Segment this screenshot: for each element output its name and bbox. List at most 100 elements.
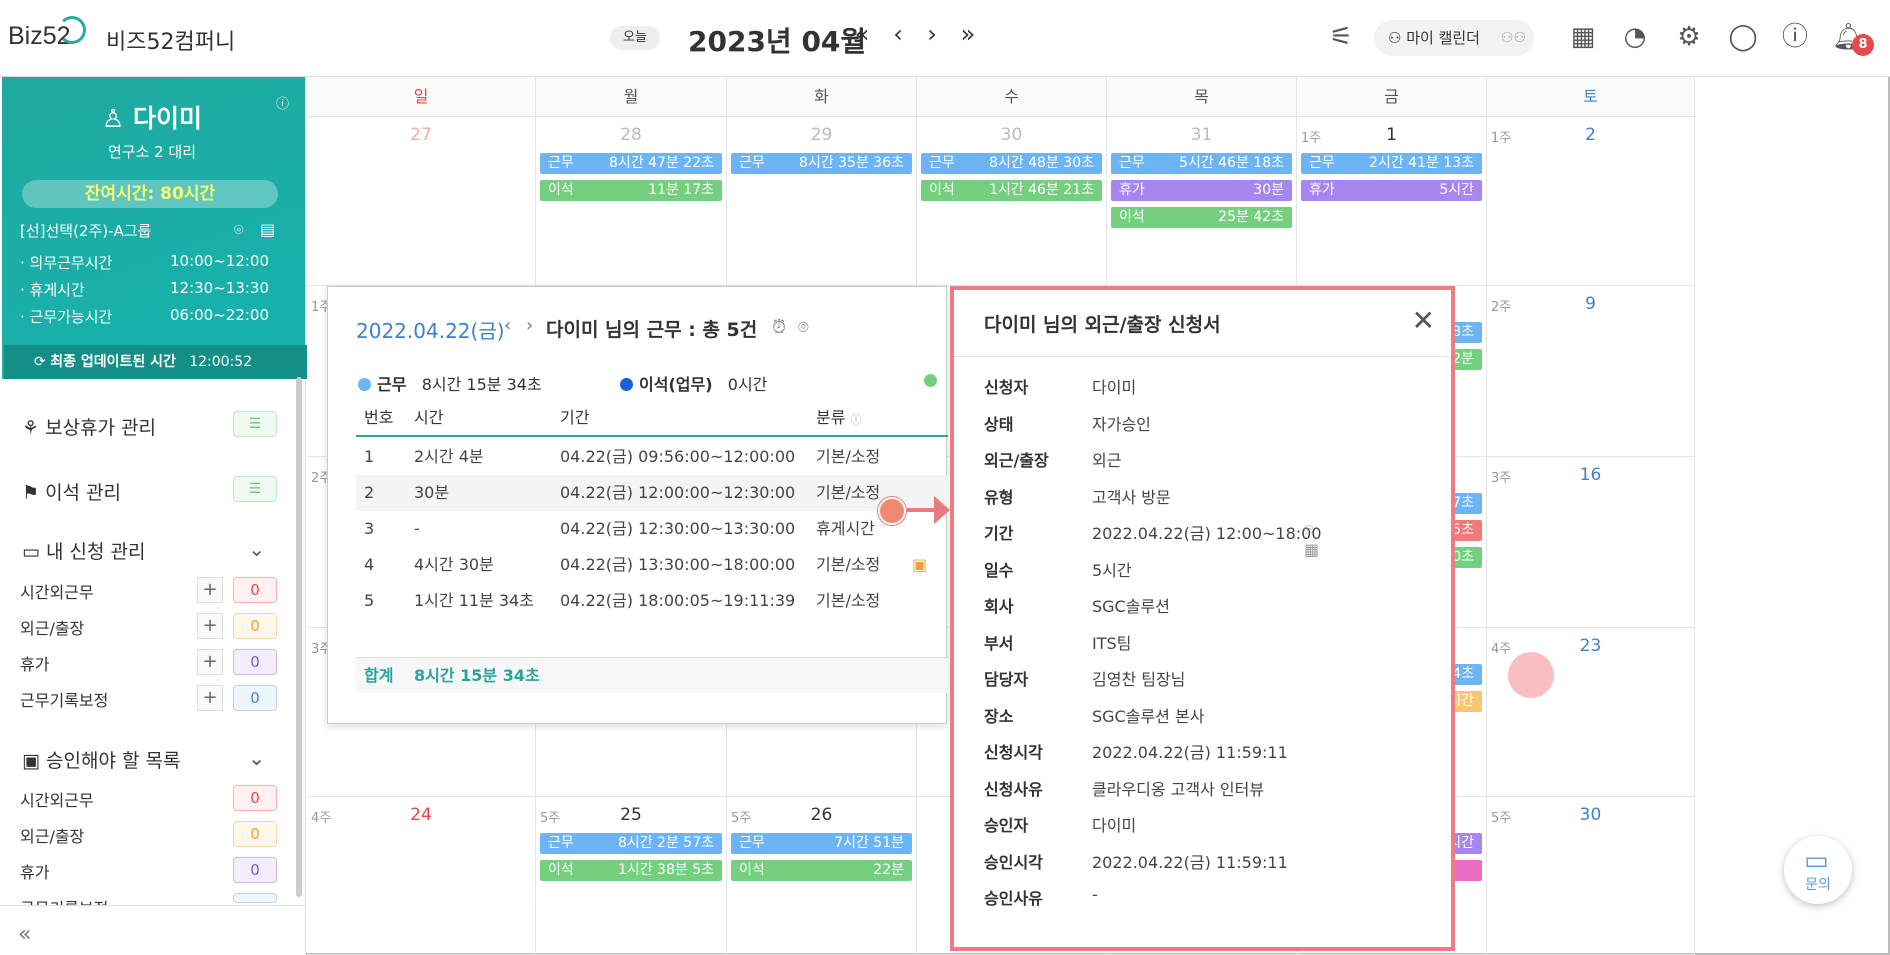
calendar-event[interactable]: 이석 25분 42초: [1111, 207, 1292, 228]
table-row[interactable]: 4 4시간 30분 04.22(금) 13:30:00~18:00:00 기본/소정 ▣: [356, 547, 948, 583]
table-row[interactable]: 5 1시간 11분 34초 04.22(금) 18:00:05~19:11:39 기본…: [356, 583, 948, 619]
req-item[interactable]: 휴가: [20, 651, 49, 675]
pie-chart-icon[interactable]: ◔: [1620, 22, 1650, 52]
location-icon[interactable]: ⌾: [798, 317, 809, 338]
calendar-event[interactable]: 근무 7시간 51분: [731, 833, 912, 854]
sidebar-footer: [0, 905, 305, 955]
filter-settings-icon[interactable]: ⚟: [1326, 22, 1356, 52]
day-cell[interactable]: 31 근무 5시간 46분 18초 휴가 30분 이석 25분 42초: [1107, 117, 1297, 286]
briefcase-icon[interactable]: ▣: [912, 547, 927, 583]
table-row[interactable]: 2 30분 04.22(금) 12:00:00~12:30:00 기본/소정: [356, 475, 948, 511]
prev-month-button[interactable]: ‹: [884, 20, 912, 48]
chevron-down-icon[interactable]: ⌄: [248, 537, 265, 561]
info-icon[interactable]: ⓘ: [276, 93, 289, 112]
briefcase-icon[interactable]: [878, 497, 906, 525]
refresh-icon[interactable]: ⟳: [34, 354, 50, 370]
count-badge[interactable]: 0: [233, 857, 277, 883]
next-year-button[interactable]: »: [954, 20, 982, 48]
calendar-event[interactable]: 휴가 5시간: [1301, 180, 1482, 201]
calendar-event[interactable]: 휴가 30분: [1111, 180, 1292, 201]
legend-dot: [358, 378, 371, 391]
approvals-header[interactable]: ▣ 승인해야 할 목록: [22, 746, 180, 773]
appr-item[interactable]: 시간외근무: [20, 787, 94, 811]
location-icon[interactable]: ⌾ ▦: [1304, 520, 1319, 559]
my-requests-header[interactable]: ▭ 내 신청 관리: [22, 537, 145, 564]
leave-icon: ⚘: [22, 417, 46, 439]
calendar-event[interactable]: 근무 8시간 35분 36초: [731, 153, 912, 174]
calendar-event[interactable]: 이석 11분 17초: [540, 180, 722, 201]
day-cell[interactable]: 2주 9: [1487, 286, 1695, 457]
calendar-event[interactable]: 근무 2시간 41분 13초: [1301, 153, 1482, 174]
calendar-event[interactable]: 근무 8시간 2분 57초: [540, 833, 722, 854]
count-badge[interactable]: 0: [233, 613, 277, 639]
day-cell[interactable]: 5주 26 근무 7시간 51분 이석 22분: [727, 797, 917, 955]
calendar-event[interactable]: 근무 8시간 47분 22초: [540, 153, 722, 174]
req-item[interactable]: 근무기록보정: [20, 687, 108, 711]
calendar-event[interactable]: 이석 1시간 38분 5초: [540, 860, 722, 881]
appr-item[interactable]: 근무기록보정: [20, 895, 108, 905]
pointer-arrowhead: [934, 496, 950, 524]
add-request-button[interactable]: +: [197, 577, 223, 603]
appr-item[interactable]: 외근/출장: [20, 823, 84, 847]
prev-day-button[interactable]: ‹: [504, 315, 511, 336]
remaining-time: 잔여시간: 80시간: [22, 180, 278, 208]
day-cell[interactable]: 1주 2: [1487, 117, 1695, 286]
add-request-button[interactable]: +: [197, 685, 223, 711]
profile-icon[interactable]: ◯: [1728, 22, 1758, 52]
count-badge[interactable]: 0: [233, 785, 277, 811]
calendar-event[interactable]: 근무 8시간 48분 30초: [921, 153, 1102, 174]
inquiry-chat-button[interactable]: ▭ 문의: [1784, 836, 1852, 904]
table-row[interactable]: 3-04.22(금) 12:30:00~13:30:00 휴게시간: [356, 511, 948, 547]
gear-icon[interactable]: ⚙: [1674, 22, 1704, 52]
next-day-button[interactable]: ›: [526, 315, 533, 336]
my-calendar-toggle[interactable]: ⚇ 마이 캘린더 ⚇⚇: [1374, 20, 1534, 56]
next-month-button[interactable]: ›: [918, 20, 946, 48]
comp-leave-list-button[interactable]: ☰: [233, 411, 277, 437]
away-menu[interactable]: ⚑ 이석 관리: [22, 478, 121, 505]
location-icon[interactable]: ⌾: [234, 220, 244, 240]
collapse-sidebar-button[interactable]: «: [18, 922, 31, 947]
prev-year-button[interactable]: «: [848, 20, 876, 48]
day-cell[interactable]: 5주 25 근무 8시간 2분 57초 이석 1시간 38분 5초: [536, 797, 727, 955]
req-item[interactable]: 외근/출장: [20, 615, 84, 639]
document-icon[interactable]: ▤: [260, 220, 275, 239]
alarm-icon[interactable]: ⏰︎: [772, 317, 786, 338]
col-period: 기간: [560, 408, 590, 427]
chevron-down-icon[interactable]: ⌄: [248, 746, 265, 770]
count-badge[interactable]: 0: [233, 685, 277, 711]
count-badge[interactable]: [233, 893, 277, 903]
day-cell[interactable]: 30 근무 8시간 48분 30초 이석 1시간 46분 21초: [917, 117, 1107, 286]
group-users-icon[interactable]: ⚇⚇: [1501, 20, 1526, 56]
day-cell[interactable]: 1주 1 근무 2시간 41분 13초 휴가 5시간: [1297, 117, 1487, 286]
day-cell[interactable]: 29 근무 8시간 35분 36초: [727, 117, 917, 286]
day-cell[interactable]: 5주 30: [1487, 797, 1695, 955]
day-cell[interactable]: 3주 16: [1487, 457, 1695, 628]
calendar-event[interactable]: 이석 1시간 46분 21초: [921, 180, 1102, 201]
sidebar-scrollbar[interactable]: [296, 377, 302, 897]
add-request-button[interactable]: +: [197, 613, 223, 639]
req-item[interactable]: 시간외근무: [20, 579, 94, 603]
appr-item[interactable]: 휴가: [20, 859, 49, 883]
count-badge[interactable]: 0: [233, 577, 277, 603]
date-number: 25: [620, 805, 642, 825]
today-button[interactable]: 오늘: [610, 26, 660, 50]
help-icon[interactable]: ⓘ: [1780, 22, 1810, 52]
day-cell[interactable]: 28 근무 8시간 47분 22초 이석 11분 17초: [536, 117, 727, 286]
count-badge[interactable]: 0: [233, 649, 277, 675]
close-icon[interactable]: ✕: [1412, 304, 1435, 337]
table-row[interactable]: 1 2시간 4분 04.22(금) 09:56:00~12:00:00 기본/소정: [356, 439, 948, 475]
comp-leave-menu[interactable]: ⚘ 보상휴가 관리: [22, 413, 156, 440]
count-badge[interactable]: 0: [233, 821, 277, 847]
work-detail-popup: 2022.04.22(금) ‹ › 다이미 님의 근무 : 총 5건 ⏰︎ ⌾ …: [327, 286, 948, 724]
popup-date[interactable]: 2022.04.22(금): [356, 315, 505, 344]
day-cell[interactable]: 27: [307, 117, 536, 286]
info-icon[interactable]: ⓘ: [851, 413, 862, 426]
away-list-button[interactable]: ☰: [233, 476, 277, 502]
add-request-button[interactable]: +: [197, 649, 223, 675]
day-cell[interactable]: 4주 23: [1487, 628, 1695, 797]
day-cell[interactable]: 4주 24: [307, 797, 536, 955]
calendar-event[interactable]: 근무 5시간 46분 18초: [1111, 153, 1292, 174]
popup-title: 다이미 님의 근무 : 총 5건: [546, 319, 758, 341]
calendar-event[interactable]: 이석22분: [731, 860, 912, 881]
calendar-icon[interactable]: ▦: [1568, 22, 1598, 52]
